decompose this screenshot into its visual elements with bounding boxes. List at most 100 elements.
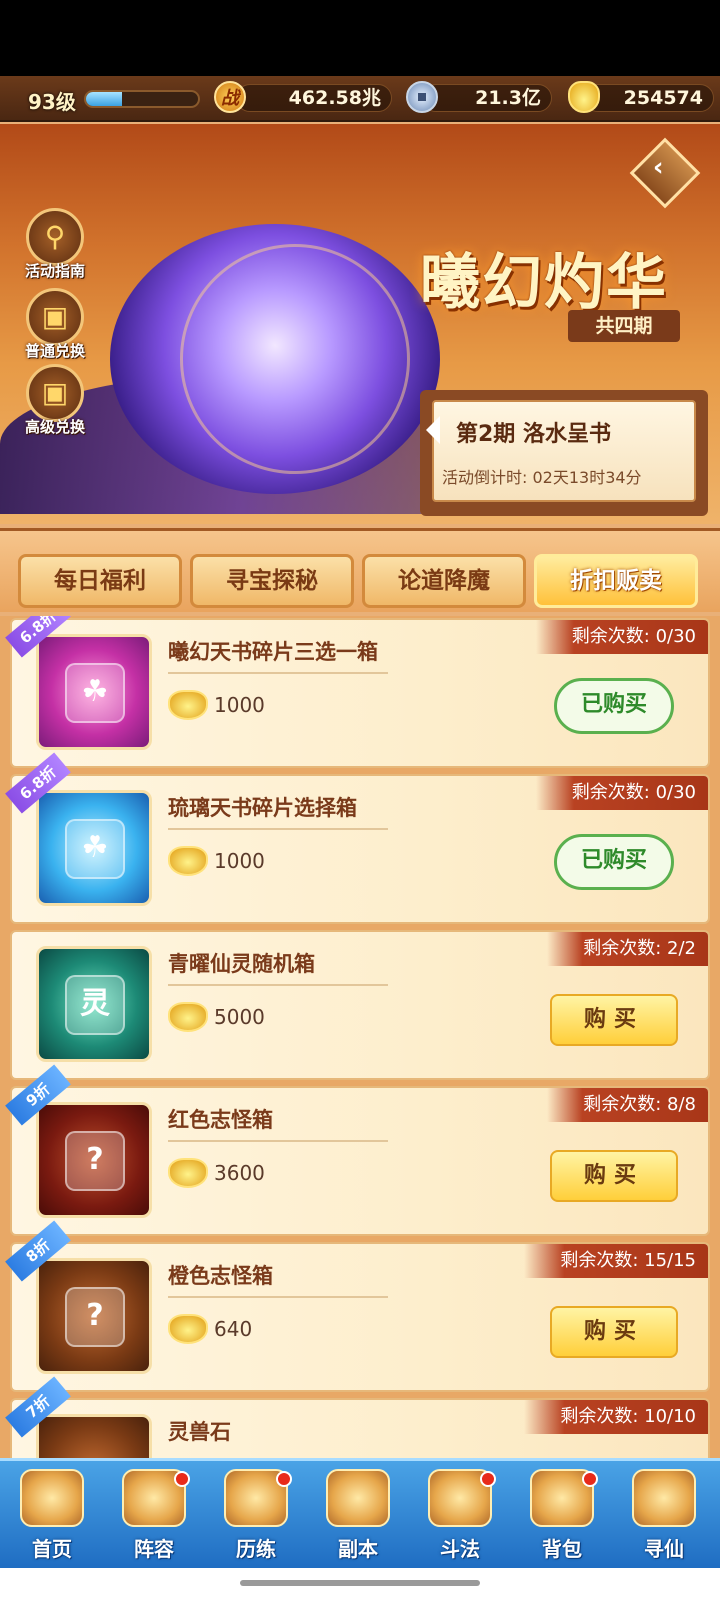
price-value: 3600 xyxy=(214,1161,265,1185)
nav-home-label: 首页 xyxy=(32,1537,72,1561)
tab-daily-benefits[interactable]: 每日福利 xyxy=(18,554,182,608)
remaining-count: 剩余次数: 8/8 xyxy=(547,1088,708,1122)
spirit-chest-icon[interactable]: 灵 xyxy=(36,946,152,1062)
bundle-icon: ☘ xyxy=(65,663,125,723)
mountain-home-icon xyxy=(20,1469,84,1527)
nav-training[interactable]: 历练 xyxy=(206,1461,306,1571)
nav-duel[interactable]: 斗法 xyxy=(410,1461,510,1571)
gold-ingot-icon xyxy=(168,1002,208,1032)
period-board[interactable]: 第2期 洛水呈书 活动倒计时: 02天13时34分 xyxy=(420,390,708,516)
nav-dungeon-label: 副本 xyxy=(338,1537,378,1561)
advanced-exchange-button[interactable]: ▣ 高级兑换 xyxy=(18,364,92,437)
notification-dot xyxy=(480,1471,496,1487)
nav-backpack-label: 背包 xyxy=(542,1537,582,1561)
price-value: 5000 xyxy=(214,1005,265,1029)
divider xyxy=(168,984,388,986)
gift-box-icon: ▣ xyxy=(26,364,84,422)
copper-coin-icon xyxy=(406,81,438,113)
item-name: 红色志怪箱 xyxy=(168,1108,273,1132)
gold-ingot-icon xyxy=(568,81,600,113)
coins-value: 21.3亿 xyxy=(475,87,541,109)
temple-gate-icon xyxy=(326,1469,390,1527)
item-name: 橙色志怪箱 xyxy=(168,1264,273,1288)
period-title: 第2期 洛水呈书 xyxy=(456,422,611,447)
shard-box-blue-icon[interactable]: ☘ xyxy=(36,790,152,906)
divider xyxy=(168,828,388,830)
remaining-count: 剩余次数: 10/10 xyxy=(524,1400,708,1434)
gift-box-icon: ▣ xyxy=(26,288,84,346)
price-value: 1000 xyxy=(214,693,265,717)
purchased-badge: 已购买 xyxy=(554,678,674,734)
activity-guide-button[interactable]: ⚲ 活动指南 xyxy=(18,208,92,281)
countdown-text: 活动倒计时: 02天13时34分 xyxy=(442,468,642,487)
divider xyxy=(168,1140,388,1142)
periods-tag: 共四期 xyxy=(568,310,680,342)
nav-backpack[interactable]: 背包 xyxy=(512,1461,612,1571)
item-price: 1000 xyxy=(168,690,265,730)
remaining-count: 剩余次数: 0/30 xyxy=(535,776,708,810)
home-indicator[interactable] xyxy=(240,1580,480,1586)
item-price: 5000 xyxy=(168,1002,265,1042)
bundle-icon: ☘ xyxy=(65,819,125,879)
nav-dungeon[interactable]: 副本 xyxy=(308,1461,408,1571)
notification-dot xyxy=(582,1471,598,1487)
item-name: 曦幻天书碎片三选一箱 xyxy=(168,640,378,664)
red-monster-chest-icon[interactable]: ? xyxy=(36,1102,152,1218)
player-level: 93级 xyxy=(28,90,76,114)
item-price: 640 xyxy=(168,1314,252,1354)
list-item: ? 8折 橙色志怪箱 640 剩余次数: 15/15 购买 xyxy=(5,1220,710,1392)
ingots-value: 254574 xyxy=(623,87,703,109)
normal-exchange-button[interactable]: ▣ 普通兑换 xyxy=(18,288,92,361)
gold-ingot-icon xyxy=(168,846,208,876)
question-glyph: ? xyxy=(65,1131,125,1191)
nav-seek-immortal-label: 寻仙 xyxy=(644,1537,684,1561)
buy-button[interactable]: 购买 xyxy=(550,1306,678,1358)
nav-home[interactable]: 首页 xyxy=(2,1461,102,1571)
divider xyxy=(168,672,388,674)
gold-ingot-icon xyxy=(168,1158,208,1188)
period-board-inner: 第2期 洛水呈书 活动倒计时: 02天13时34分 xyxy=(426,400,696,502)
shard-box-purple-icon[interactable]: ☘ xyxy=(36,634,152,750)
orange-monster-chest-icon[interactable]: ? xyxy=(36,1258,152,1374)
back-button[interactable]: ‹ xyxy=(629,137,701,209)
ling-glyph: 灵 xyxy=(65,975,125,1035)
combat-power-icon: 战 xyxy=(214,81,246,113)
price-value: 640 xyxy=(214,1317,253,1341)
nav-duel-label: 斗法 xyxy=(440,1537,480,1561)
nav-lineup[interactable]: 阵容 xyxy=(104,1461,204,1571)
nav-seek-immortal[interactable]: 寻仙 xyxy=(614,1461,714,1571)
nav-lineup-label: 阵容 xyxy=(134,1537,174,1561)
coins-pill[interactable]: 21.3亿 xyxy=(422,84,552,112)
notification-dot xyxy=(174,1471,190,1487)
item-name: 琉璃天书碎片选择箱 xyxy=(168,796,357,820)
list-item: 灵 青曜仙灵随机箱 5000 剩余次数: 2/2 购买 xyxy=(10,930,710,1080)
gold-ingot-icon xyxy=(168,1314,208,1344)
item-name: 灵兽石 xyxy=(168,1420,231,1444)
scroll-icon xyxy=(632,1469,696,1527)
remaining-count: 剩余次数: 0/30 xyxy=(535,620,708,654)
tab-dao-demon[interactable]: 论道降魔 xyxy=(362,554,526,608)
divider xyxy=(168,1296,388,1298)
notification-dot xyxy=(276,1471,292,1487)
previous-period-arrow-icon[interactable] xyxy=(426,416,440,444)
chevron-left-icon: ‹ xyxy=(652,152,664,183)
list-item: ☘ 6.8折 曦幻天书碎片三选一箱 1000 剩余次数: 0/30 已购买 xyxy=(5,616,710,768)
event-banner: ‹ 曦幻灼华 共四期 ⚲ 活动指南 ▣ 普通兑换 ▣ 高级兑换 第2期 洛水呈书… xyxy=(0,124,720,524)
advanced-exchange-label: 高级兑换 xyxy=(24,418,85,436)
tab-discount-sale[interactable]: 折扣贩卖 xyxy=(534,554,698,608)
list-item: 7折 灵兽石 剩余次数: 10/10 xyxy=(5,1376,710,1458)
buy-button[interactable]: 购买 xyxy=(550,1150,678,1202)
tab-treasure-hunt[interactable]: 寻宝探秘 xyxy=(190,554,354,608)
banner-ring-art xyxy=(180,244,410,474)
item-list[interactable]: ☘ 6.8折 曦幻天书碎片三选一箱 1000 剩余次数: 0/30 已购买 ☘ … xyxy=(0,616,720,1458)
beast-stone-icon[interactable] xyxy=(36,1414,152,1458)
remaining-count: 剩余次数: 15/15 xyxy=(524,1244,708,1278)
gold-ingot-icon xyxy=(168,690,208,720)
resource-bar: 93级 462.58兆 战 21.3亿 254574 xyxy=(0,76,720,122)
nav-training-label: 历练 xyxy=(236,1537,276,1561)
ingots-pill[interactable]: 254574 xyxy=(584,84,714,112)
xp-bar xyxy=(84,90,200,108)
magnifier-icon: ⚲ xyxy=(26,208,84,266)
list-item: ☘ 6.8折 琉璃天书碎片选择箱 1000 剩余次数: 0/30 已购买 xyxy=(5,752,710,924)
buy-button[interactable]: 购买 xyxy=(550,994,678,1046)
